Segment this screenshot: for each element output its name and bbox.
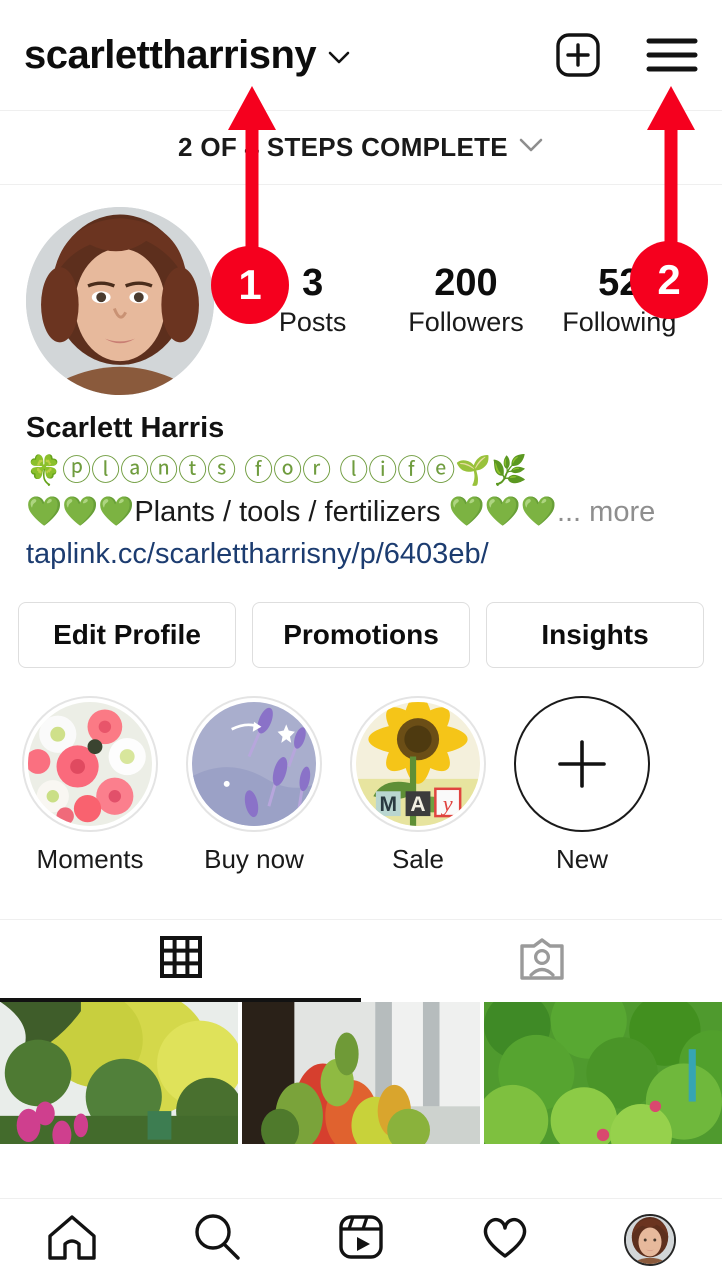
instagram-profile-screen: scarlettharrisny 2 OF 4 STEPS COMPLETE 3…	[0, 0, 722, 1280]
tagged-person-icon	[518, 936, 566, 987]
header-actions	[554, 31, 698, 79]
stat-value: 200	[434, 261, 498, 304]
highlight-buy-now[interactable]: Buy now	[186, 696, 322, 875]
app-header: scarlettharrisny	[0, 0, 722, 110]
profile-stats: 3 Posts 200 Followers 52 Following	[236, 262, 696, 341]
home-icon	[46, 1212, 98, 1267]
chevron-down-icon	[328, 51, 350, 64]
bio-link[interactable]: taplink.cc/scarlettharrisny/p/6403eb/	[26, 533, 696, 577]
page-title: scarlettharrisny	[24, 32, 317, 77]
profile-action-buttons: Edit Profile Promotions Insights	[0, 576, 722, 669]
bio-hearts-left: 💚💚💚	[26, 495, 135, 528]
highlight-label: New	[555, 844, 608, 875]
nav-activity[interactable]	[433, 1212, 577, 1267]
profile-avatar-icon	[623, 1213, 676, 1266]
highlight-thumb	[186, 696, 322, 833]
highlight-new[interactable]: New	[514, 696, 650, 875]
highlight-label: Sale	[391, 844, 445, 875]
bio-hearts-right: 💚💚💚	[448, 495, 557, 528]
promotions-button[interactable]: Promotions	[252, 602, 470, 669]
story-highlights: Moments Buy now M A y Sale New	[0, 668, 722, 875]
hamburger-menu-icon[interactable]	[646, 35, 698, 75]
flower-bouquet-thumb	[28, 702, 152, 827]
highlight-thumb	[22, 696, 158, 833]
bio-more-button[interactable]: ... more	[557, 496, 655, 528]
insights-button[interactable]: Insights	[486, 602, 704, 669]
annotation-badge-2: 2	[630, 241, 708, 319]
tab-tagged[interactable]	[361, 920, 722, 1002]
edit-profile-button[interactable]: Edit Profile	[18, 602, 236, 669]
bottom-navigation	[0, 1198, 722, 1280]
username-dropdown[interactable]: scarlettharrisny	[24, 33, 554, 78]
steps-label: 2 OF 4 STEPS COMPLETE	[178, 132, 508, 162]
bio-line-2-text: Plants / tools / fertilizers	[134, 495, 449, 528]
grid-post-1[interactable]	[0, 1002, 238, 1145]
nav-search[interactable]	[144, 1211, 288, 1268]
reels-icon	[336, 1212, 386, 1267]
lavender-thumb	[192, 702, 316, 827]
highlight-thumb: M A y	[350, 696, 486, 833]
search-icon	[191, 1211, 243, 1268]
stat-label: Followers	[408, 307, 524, 338]
post-grid	[0, 1002, 722, 1145]
stat-followers[interactable]: 200 Followers	[389, 262, 542, 341]
highlight-label: Moments	[36, 844, 144, 875]
bio-line-2: 💚💚💚Plants / tools / fertilizers 💚💚💚... m…	[26, 492, 696, 533]
avatar[interactable]	[26, 207, 214, 395]
bio-line-1: 🍀ⓟⓛⓐⓝⓣⓢ ⓕⓞⓡ ⓛⓘⓕⓔ🌱🌿	[26, 451, 696, 492]
nav-profile[interactable]	[578, 1213, 722, 1266]
svg-text:y: y	[441, 791, 453, 816]
grid-post-2[interactable]	[242, 1002, 480, 1145]
grid-post-3[interactable]	[484, 1002, 722, 1145]
heart-icon	[478, 1212, 532, 1267]
profile-summary: 3 Posts 200 Followers 52 Following	[0, 185, 722, 395]
full-name: Scarlett Harris	[26, 412, 225, 444]
highlight-sale[interactable]: M A y Sale	[350, 696, 486, 875]
sunflower-may-thumb: M A y	[356, 702, 480, 827]
bio-section: Scarlett Harris 🍀ⓟⓛⓐⓝⓣⓢ ⓕⓞⓡ ⓛⓘⓕⓔ🌱🌿 💚💚💚Pl…	[0, 395, 722, 576]
grid-icon	[159, 935, 203, 984]
chevron-down-icon	[518, 137, 544, 158]
highlight-label: Buy now	[204, 844, 304, 875]
profile-tabs	[0, 919, 722, 1003]
svg-text:M: M	[379, 793, 397, 816]
steps-progress-bar[interactable]: 2 OF 4 STEPS COMPLETE	[0, 110, 722, 185]
svg-text:A: A	[410, 793, 425, 816]
plus-square-icon[interactable]	[554, 31, 602, 79]
nav-reels[interactable]	[289, 1212, 433, 1267]
tab-grid[interactable]	[0, 920, 361, 1003]
annotation-badge-1: 1	[211, 246, 289, 324]
nav-home[interactable]	[0, 1212, 144, 1267]
bio-line-1-text: 🍀ⓟⓛⓐⓝⓣⓢ ⓕⓞⓡ ⓛⓘⓕⓔ🌱🌿	[26, 454, 528, 487]
highlight-moments[interactable]: Moments	[22, 696, 158, 875]
plus-icon	[514, 696, 650, 833]
